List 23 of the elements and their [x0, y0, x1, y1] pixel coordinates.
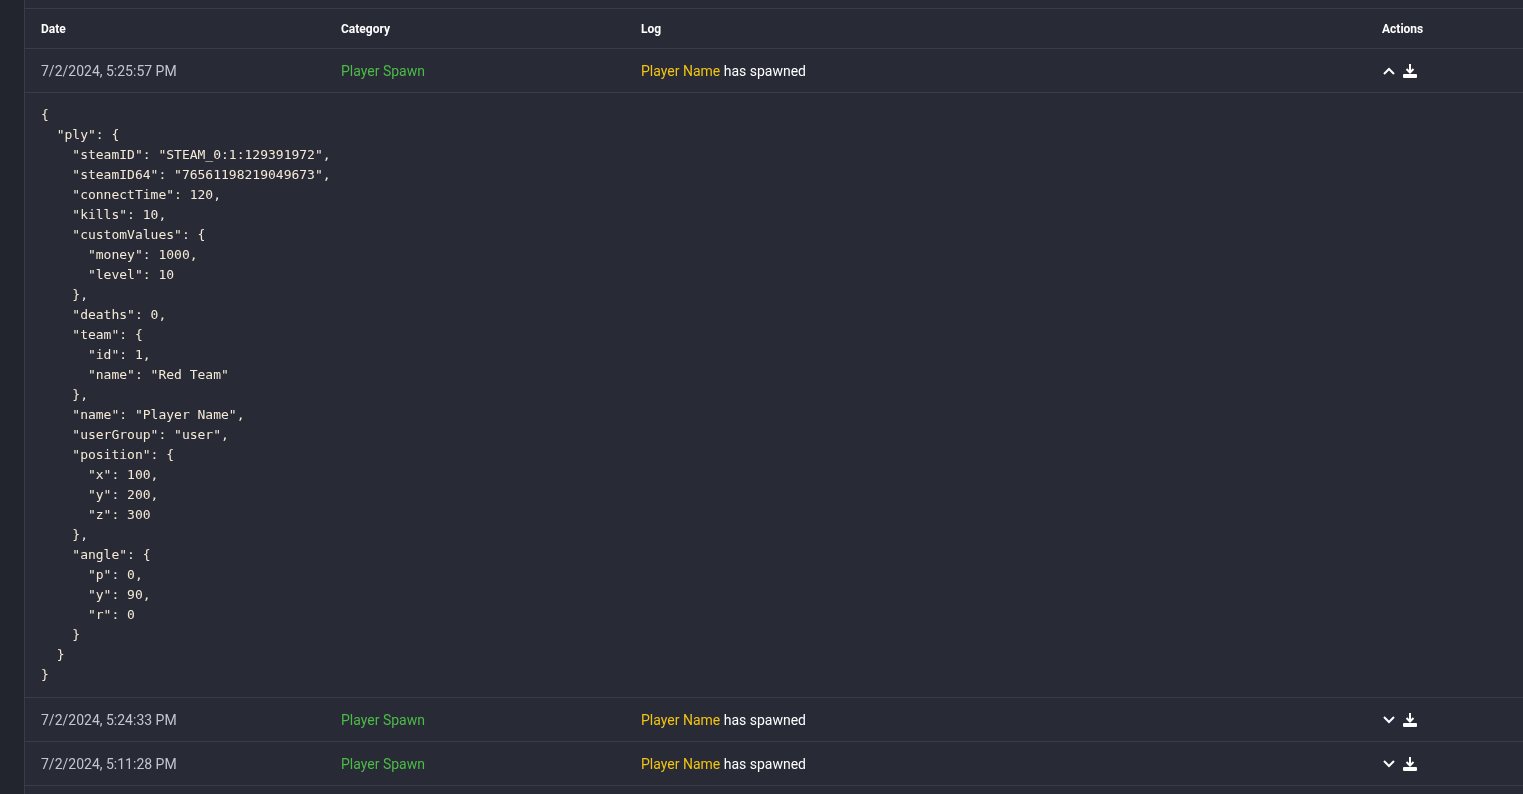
category-text: Player Spawn — [341, 711, 426, 728]
column-header: Date — [41, 21, 67, 36]
chevron-down-icon[interactable] — [1382, 758, 1396, 769]
download-icon — [1402, 62, 1418, 79]
chevron-up-icon[interactable] — [1382, 65, 1396, 76]
download-button[interactable] — [1402, 62, 1418, 79]
download-icon — [1402, 755, 1418, 772]
category-text: Player Spawn — [341, 755, 426, 772]
column-header: Log — [641, 21, 663, 36]
chevron-down-icon[interactable] — [1382, 714, 1396, 725]
download-button[interactable] — [1402, 755, 1418, 772]
json-details: { "ply": { "steamID": "STEAM_0:1:129391972", "steamID64": "76561198219049673", "connectTime": 120, "kills": 10, "customValues": { "money": 1000, "level": 10 }, "deaths": 0, "team": { "id": 1, "name": "Red Team" }, "name": "Player Name", "userGroup": "user", "position": { "x": 100, "y": 200, "z": 300 }, "angle": { "p": 0, "y": 90, "r": 0 } } } — [41, 106, 332, 684]
column-header: Category — [341, 21, 391, 36]
date-text: 7/2/2024, 5:11:28 PM — [41, 755, 178, 772]
category-text: Player Spawn — [341, 62, 426, 79]
date-text: 7/2/2024, 5:24:33 PM — [41, 711, 178, 728]
log-text: Player Name has spawned — [641, 711, 808, 728]
column-header: Actions — [1382, 21, 1425, 36]
download-button[interactable] — [1402, 711, 1418, 728]
log-text: Player Name has spawned — [641, 62, 808, 79]
download-icon — [1402, 711, 1418, 728]
log-text: Player Name has spawned — [641, 755, 808, 772]
date-text: 7/2/2024, 5:25:57 PM — [41, 62, 178, 79]
